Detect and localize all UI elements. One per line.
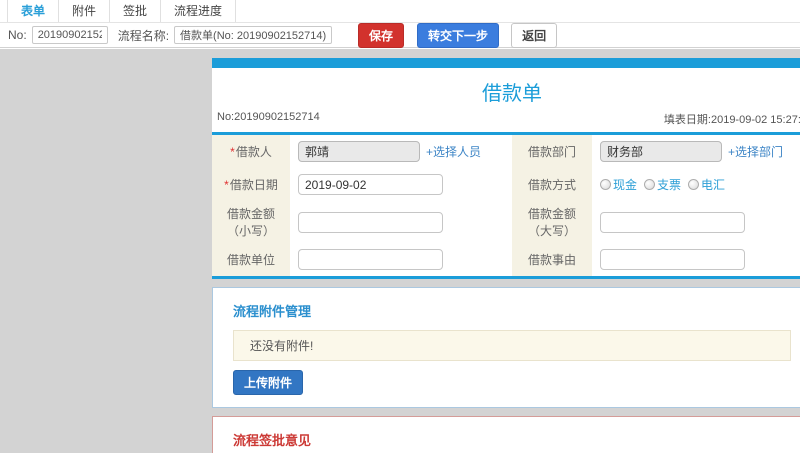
no-input[interactable] — [31, 26, 108, 44]
department-label-cell: 借款部门 — [512, 135, 592, 168]
approval-heading: 流程签批意见 — [233, 433, 312, 448]
form-top-accent-bar — [212, 58, 800, 68]
page-background: 借款单 No:20190902152714 填表日期:2019-09-02 15… — [0, 49, 800, 453]
borrower-input[interactable] — [298, 141, 420, 162]
amount-lower-input[interactable] — [298, 211, 443, 233]
borrower-label-cell: *借款人 — [212, 135, 290, 168]
attachments-heading: 流程附件管理 — [233, 304, 312, 319]
back-button[interactable]: 返回 — [511, 22, 558, 48]
department-input[interactable] — [600, 141, 722, 162]
amount-upper-field-cell — [592, 201, 800, 243]
next-step-button[interactable]: 转交下一步 — [417, 22, 500, 48]
loan-unit-label-cell: 借款单位 — [212, 243, 290, 276]
process-name-input[interactable] — [174, 26, 333, 44]
amount-lower-label-cell: 借款金额（小写） — [212, 201, 290, 243]
select-person-link[interactable]: +选择人员 — [426, 143, 481, 160]
required-mark: * — [224, 178, 229, 192]
select-department-link[interactable]: +选择部门 — [728, 143, 783, 160]
command-bar: No: 流程名称: 保存 转交下一步 返回 — [0, 22, 800, 48]
form-date-text: 填表日期:2019-09-02 15:27:1 — [663, 114, 800, 126]
loan-method-label-cell: 借款方式 — [512, 168, 592, 201]
borrower-field-cell: +选择人员 — [290, 135, 512, 168]
loan-method-radio-group: 现金 支票 电汇 — [600, 176, 725, 193]
approval-card: 流程签批意见 B I abc ✎ — [212, 416, 800, 453]
loan-unit-input[interactable] — [298, 249, 443, 270]
tab-form[interactable]: 表单 — [7, 0, 60, 22]
amount-upper-input[interactable] — [600, 211, 745, 233]
department-field-cell: +选择部门 — [592, 135, 800, 168]
upload-attachment-button[interactable]: 上传附件 — [233, 370, 304, 395]
tab-approval[interactable]: 签批 — [110, 0, 162, 22]
save-button[interactable]: 保存 — [358, 22, 405, 48]
required-mark: * — [230, 145, 235, 159]
tab-attachments[interactable]: 附件 — [59, 0, 111, 22]
loan-unit-field-cell — [290, 243, 512, 276]
radio-circle-icon — [600, 179, 611, 190]
loan-reason-label-cell: 借款事由 — [512, 243, 592, 276]
radio-circle-icon — [688, 179, 700, 190]
form-divider-bottom — [212, 276, 800, 279]
loan-date-input[interactable] — [298, 174, 443, 195]
wire-transfer-radio-label: 电汇 — [701, 178, 726, 192]
form-meta-row: No:20190902152714 填表日期:2019-09-02 15:27:… — [212, 111, 800, 132]
loan-date-label-cell: *借款日期 — [212, 168, 290, 201]
loan-reason-field-cell — [592, 243, 800, 276]
tab-bar: 表单 附件 签批 流程进度 — [0, 0, 800, 23]
check-radio-label: 支票 — [657, 178, 682, 192]
loan-date-field-cell — [290, 168, 512, 201]
no-label: No: — [8, 28, 27, 42]
form-title: 借款单 — [482, 83, 542, 105]
cash-radio[interactable]: 现金 — [600, 176, 637, 193]
radio-circle-icon — [644, 179, 656, 190]
check-radio[interactable]: 支票 — [644, 176, 681, 193]
form-table: *借款人 +选择人员 借款部门 +选择部门 *借款日期 — [212, 135, 800, 276]
amount-lower-field-cell — [290, 201, 512, 243]
cash-radio-label: 现金 — [613, 178, 638, 192]
loan-method-field-cell: 现金 支票 电汇 — [592, 168, 800, 201]
tab-process-progress[interactable]: 流程进度 — [161, 0, 237, 22]
form-no-text: No:20190902152714 — [217, 111, 320, 123]
loan-reason-input[interactable] — [600, 249, 745, 270]
wire-transfer-radio[interactable]: 电汇 — [688, 176, 725, 193]
attachments-card: 流程附件管理 还没有附件! 上传附件 — [212, 287, 800, 408]
loan-form-card: 借款单 No:20190902152714 填表日期:2019-09-02 15… — [212, 58, 800, 279]
content-panel: 借款单 No:20190902152714 填表日期:2019-09-02 15… — [212, 58, 800, 453]
process-name-label: 流程名称: — [117, 28, 170, 43]
no-attachments-notice: 还没有附件! — [233, 330, 791, 361]
amount-upper-label-cell: 借款金额（大写） — [512, 201, 592, 243]
